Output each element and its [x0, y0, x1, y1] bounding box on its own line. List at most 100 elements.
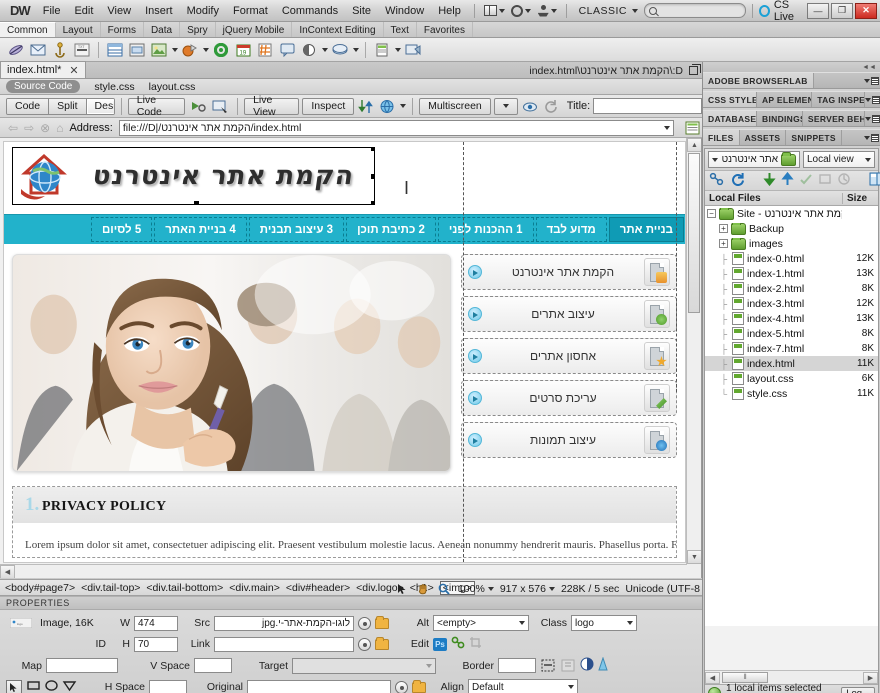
panel-tab-ap-elements[interactable]: AP ELEMENT [757, 92, 813, 107]
menu-modify[interactable]: Modify [180, 2, 226, 20]
service-button-4[interactable]: עיצוב תמונות [461, 422, 677, 458]
home-icon[interactable]: ⌂ [56, 121, 63, 135]
selection-handle[interactable] [371, 148, 374, 151]
service-button-0[interactable]: הקמת אתר אינטרנט [461, 254, 677, 290]
multiscreen-button[interactable]: Multiscreen [419, 97, 491, 115]
selection-handle[interactable] [193, 201, 199, 204]
insert-tab-layout[interactable]: Layout [56, 22, 101, 37]
tag-selector-item-1[interactable]: <div.tail-top> [81, 582, 140, 594]
panel-tab-css-styles[interactable]: CSS STYLES [703, 92, 757, 107]
scroll-down-arrow[interactable]: ▼ [687, 550, 701, 564]
expand-files-panel-icon[interactable] [869, 172, 880, 189]
view-select[interactable]: Local view [803, 151, 875, 168]
workspace-switcher[interactable]: CLASSIC [573, 3, 644, 19]
upload-download-icon[interactable] [357, 96, 375, 116]
panel-options-menu[interactable] [865, 92, 880, 107]
hero-image[interactable] [12, 254, 451, 472]
preview-in-browser-icon[interactable] [378, 96, 396, 116]
insert-tab-incontext-editing[interactable]: InContext Editing [292, 22, 384, 37]
insert-tab-forms[interactable]: Forms [101, 22, 144, 37]
window-size-select[interactable]: 917 x 576 [500, 583, 555, 595]
horizontal-rule-icon[interactable]: TXT [72, 40, 92, 60]
insert-div-tag-icon[interactable] [127, 40, 147, 60]
menu-site[interactable]: Site [345, 2, 378, 20]
menu-file[interactable]: File [36, 2, 68, 20]
maximize-button[interactable]: ❐ [831, 2, 853, 19]
width-input[interactable]: 474 [134, 615, 178, 631]
tree-row-backup[interactable]: + Backup [705, 221, 878, 236]
browse-folder-icon[interactable] [412, 679, 426, 693]
insert-tab-data[interactable]: Data [144, 22, 181, 37]
insert-tab-text[interactable]: Text [384, 22, 417, 37]
log-button[interactable]: Log... [841, 686, 875, 693]
insert-widget-icon[interactable] [211, 40, 231, 60]
tree-row-index-5[interactable]: ├ index-5.html 8K [705, 326, 878, 341]
insert-tab-jquery-mobile[interactable]: jQuery Mobile [216, 22, 293, 37]
panel-options-menu[interactable] [862, 130, 880, 145]
panel-options-menu[interactable] [862, 73, 880, 88]
tag-selector-item-2[interactable]: <div.tail-bottom> [146, 582, 223, 594]
tree-row-style-css[interactable]: └ style.css 11K [705, 386, 878, 401]
rendered-page[interactable]: הקמת אתר אינטרנט I בניית אתר מדוע לבד 1 … [3, 141, 686, 563]
related-file-source-code[interactable]: Source Code [6, 80, 81, 93]
selection-handle[interactable] [371, 174, 374, 179]
forward-icon[interactable]: ⇨ [24, 121, 34, 135]
panel-tab-server-behaviors[interactable]: SERVER BEHA [803, 111, 866, 126]
point-to-file-icon[interactable] [358, 616, 371, 630]
menu-commands[interactable]: Commands [275, 2, 345, 20]
server-side-include-icon[interactable] [255, 40, 275, 60]
tag-selector-item-4[interactable]: <div#header> [286, 582, 350, 594]
tree-row-index[interactable]: ├ index.html 11K [705, 356, 878, 371]
related-file-layout-css[interactable]: layout.css [149, 81, 196, 93]
table-icon[interactable] [105, 40, 125, 60]
panel-tab-tag-inspector[interactable]: TAG INSPEC [812, 92, 865, 107]
scroll-right-arrow[interactable]: ▶ [863, 671, 878, 684]
script-icon[interactable] [330, 40, 350, 60]
map-input[interactable] [46, 658, 118, 673]
scroll-up-arrow[interactable]: ▲ [687, 138, 701, 152]
live-code-button[interactable]: Live Code [127, 94, 186, 118]
view-code-button[interactable]: Code [7, 98, 50, 114]
panel-tab-snippets[interactable]: SNIPPETS [786, 130, 842, 145]
hyperlink-icon[interactable] [6, 40, 26, 60]
expander-icon[interactable]: + [719, 239, 728, 248]
live-view-button[interactable]: Live View [244, 94, 300, 118]
view-design-button[interactable]: Design [86, 98, 114, 114]
service-button-2[interactable]: אחסון אתרים [461, 338, 677, 374]
back-icon[interactable]: ⇦ [8, 121, 18, 135]
expander-icon[interactable]: − [707, 209, 716, 218]
zoom-level-select[interactable]: 100% [458, 583, 494, 595]
refresh-icon[interactable] [730, 172, 745, 189]
select-tool-icon[interactable] [395, 582, 410, 596]
align-left-icon[interactable] [540, 658, 556, 673]
design-canvas[interactable]: הקמת אתר אינטרנט I בניית אתר מדוע לבד 1 … [0, 138, 702, 578]
photoshop-edit-icon[interactable]: Ps [433, 637, 447, 651]
hspace-input[interactable] [149, 679, 187, 693]
original-input[interactable] [247, 679, 391, 693]
connect-to-remote-host-icon[interactable] [709, 172, 725, 189]
multiscreen-dropdown[interactable] [493, 97, 518, 115]
column-local-files[interactable]: Local Files [705, 193, 842, 204]
address-input[interactable]: file:///D|/הקמת אתר אינטרנט/index.html [118, 119, 674, 136]
properties-panel-title[interactable]: PROPERTIES [0, 597, 702, 610]
tree-row-images[interactable]: + images [705, 236, 878, 251]
menu-edit[interactable]: Edit [67, 2, 100, 20]
canvas-vertical-scrollbar[interactable]: ▲ ▼ [686, 138, 701, 578]
extend-settings-button[interactable] [508, 3, 534, 19]
named-anchor-icon[interactable] [50, 40, 70, 60]
search-input[interactable] [644, 3, 747, 18]
close-button[interactable]: ✕ [855, 2, 877, 19]
comment-icon[interactable] [277, 40, 297, 60]
document-tab-index-html[interactable]: index.html* ✕ [0, 61, 86, 78]
arrow-icon[interactable] [468, 307, 482, 321]
browse-folder-icon[interactable] [375, 636, 389, 650]
insert-image-icon[interactable] [149, 40, 169, 60]
tree-row-index-3[interactable]: ├ index-3.html 12K [705, 296, 878, 311]
file-management-icon[interactable] [682, 118, 702, 138]
stop-icon[interactable]: ⊗ [40, 121, 50, 135]
nav-item-5[interactable]: 4 בניית האתר [154, 217, 247, 242]
panel-tab-browserlab[interactable]: ADOBE BROWSERLAB [703, 73, 814, 88]
close-icon[interactable]: ✕ [69, 64, 78, 77]
cs-live-button[interactable]: CS Live [758, 0, 807, 23]
oval-hotspot-tool[interactable] [44, 679, 59, 693]
